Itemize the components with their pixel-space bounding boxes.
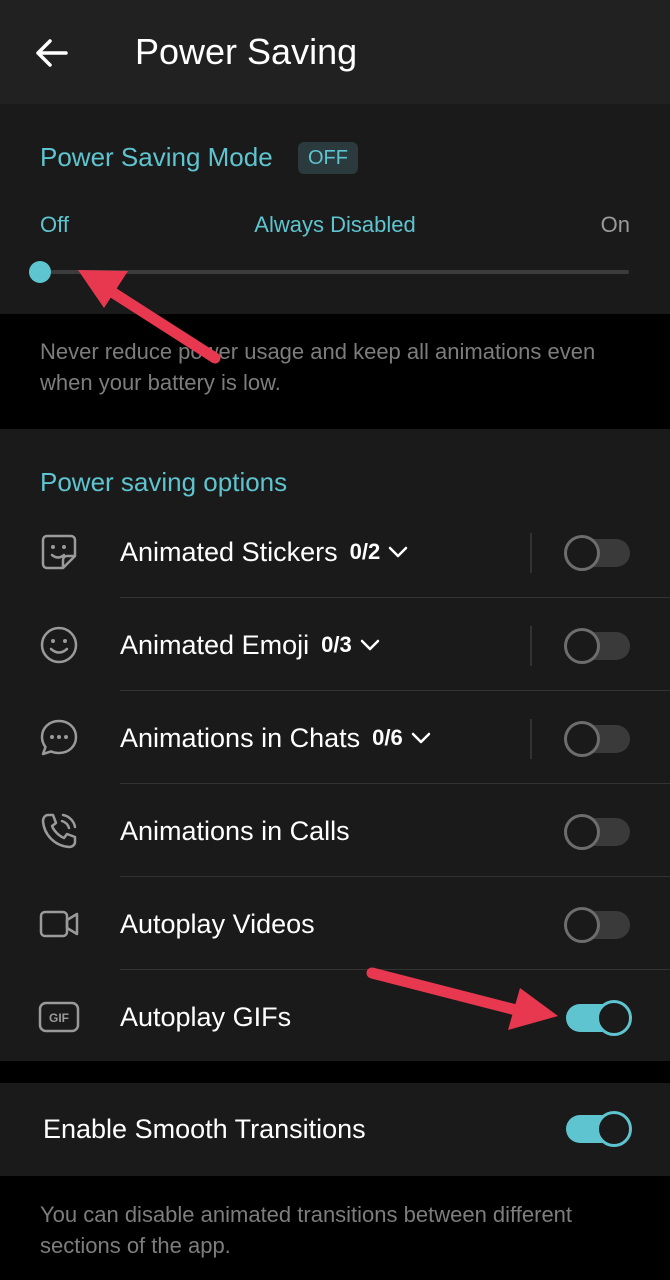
power-saving-options-section: Power saving options Animated Stickers 0… — [0, 429, 670, 1061]
slider-label-current: Always Disabled — [254, 212, 416, 237]
option-label: Autoplay GIFs — [120, 999, 291, 1035]
toggle-knob — [596, 1111, 632, 1147]
toggle-animations-in-calls[interactable] — [564, 814, 630, 850]
mode-title: Power Saving Mode — [40, 142, 273, 172]
option-row-animated-emoji[interactable]: Animated Emoji 0/3 — [0, 598, 670, 691]
option-title: Autoplay GIFs — [120, 1002, 292, 1032]
option-row-animated-stickers[interactable]: Animated Stickers 0/2 — [0, 505, 670, 598]
toggle-knob — [564, 535, 600, 571]
slider-thumb[interactable] — [29, 261, 51, 283]
toggle-animations-in-chats[interactable] — [564, 721, 630, 757]
option-label: Animated Emoji 0/3 — [120, 627, 380, 663]
sticker-icon — [38, 531, 80, 573]
emoji-icon — [38, 624, 80, 666]
toggle-animated-stickers[interactable] — [564, 535, 630, 571]
smooth-transitions-row[interactable]: Enable Smooth Transitions — [0, 1083, 670, 1176]
chat-bubble-icon — [38, 717, 80, 759]
toggle-knob — [596, 1000, 632, 1036]
video-camera-icon — [38, 903, 80, 945]
option-title: Animations in Calls — [120, 816, 350, 846]
footer-description: You can disable animated transitions bet… — [40, 1202, 573, 1258]
gif-icon: GIF — [38, 996, 80, 1038]
option-count: 0/6 — [372, 725, 403, 750]
option-label: Animated Stickers 0/2 — [120, 534, 408, 570]
slider-label-on: On — [600, 212, 630, 237]
toggle-knob — [564, 907, 600, 943]
option-row-animations-in-calls[interactable]: Animations in Calls — [0, 784, 670, 877]
row-separator — [530, 719, 532, 759]
mode-status-badge: OFF — [298, 142, 358, 174]
app-header: Power Saving — [0, 0, 670, 104]
option-title: Animated Stickers — [120, 537, 338, 567]
option-row-animations-in-chats[interactable]: Animations in Chats 0/6 — [0, 691, 670, 784]
option-label: Animations in Chats 0/6 — [120, 720, 431, 756]
power-saving-mode-section: Power Saving Mode OFF Off Always Disable… — [0, 104, 670, 314]
option-label: Autoplay Videos — [120, 906, 315, 942]
toggle-smooth-transitions[interactable] — [566, 1111, 632, 1147]
toggle-animated-emoji[interactable] — [564, 628, 630, 664]
power-saving-slider[interactable] — [29, 261, 629, 283]
svg-text:GIF: GIF — [49, 1011, 69, 1025]
option-row-autoplay-gifs[interactable]: GIF Autoplay GIFs — [0, 970, 670, 1063]
mode-description: Never reduce power usage and keep all an… — [40, 339, 596, 395]
option-title: Animations in Chats — [120, 723, 361, 753]
toggle-knob — [564, 814, 600, 850]
toggle-knob — [564, 721, 600, 757]
page-title: Power Saving — [135, 31, 358, 72]
smooth-transitions-label: Enable Smooth Transitions — [43, 1114, 366, 1144]
toggle-knob — [564, 628, 600, 664]
option-count: 0/3 — [321, 632, 352, 657]
chevron-down-icon[interactable] — [411, 731, 431, 745]
chevron-down-icon[interactable] — [360, 638, 380, 652]
option-title: Animated Emoji — [120, 630, 310, 660]
option-title: Autoplay Videos — [120, 909, 315, 939]
option-count: 0/2 — [349, 539, 381, 564]
back-button[interactable] — [22, 28, 82, 78]
row-separator — [530, 533, 532, 573]
toggle-autoplay-videos[interactable] — [564, 907, 630, 943]
chevron-down-icon[interactable] — [388, 545, 408, 559]
options-title: Power saving options — [40, 467, 288, 497]
row-separator — [530, 626, 532, 666]
option-label: Animations in Calls — [120, 813, 350, 849]
toggle-autoplay-gifs[interactable] — [566, 1000, 632, 1036]
phone-call-icon — [38, 810, 80, 852]
option-row-autoplay-videos[interactable]: Autoplay Videos — [0, 877, 670, 970]
back-arrow-icon — [36, 39, 68, 67]
